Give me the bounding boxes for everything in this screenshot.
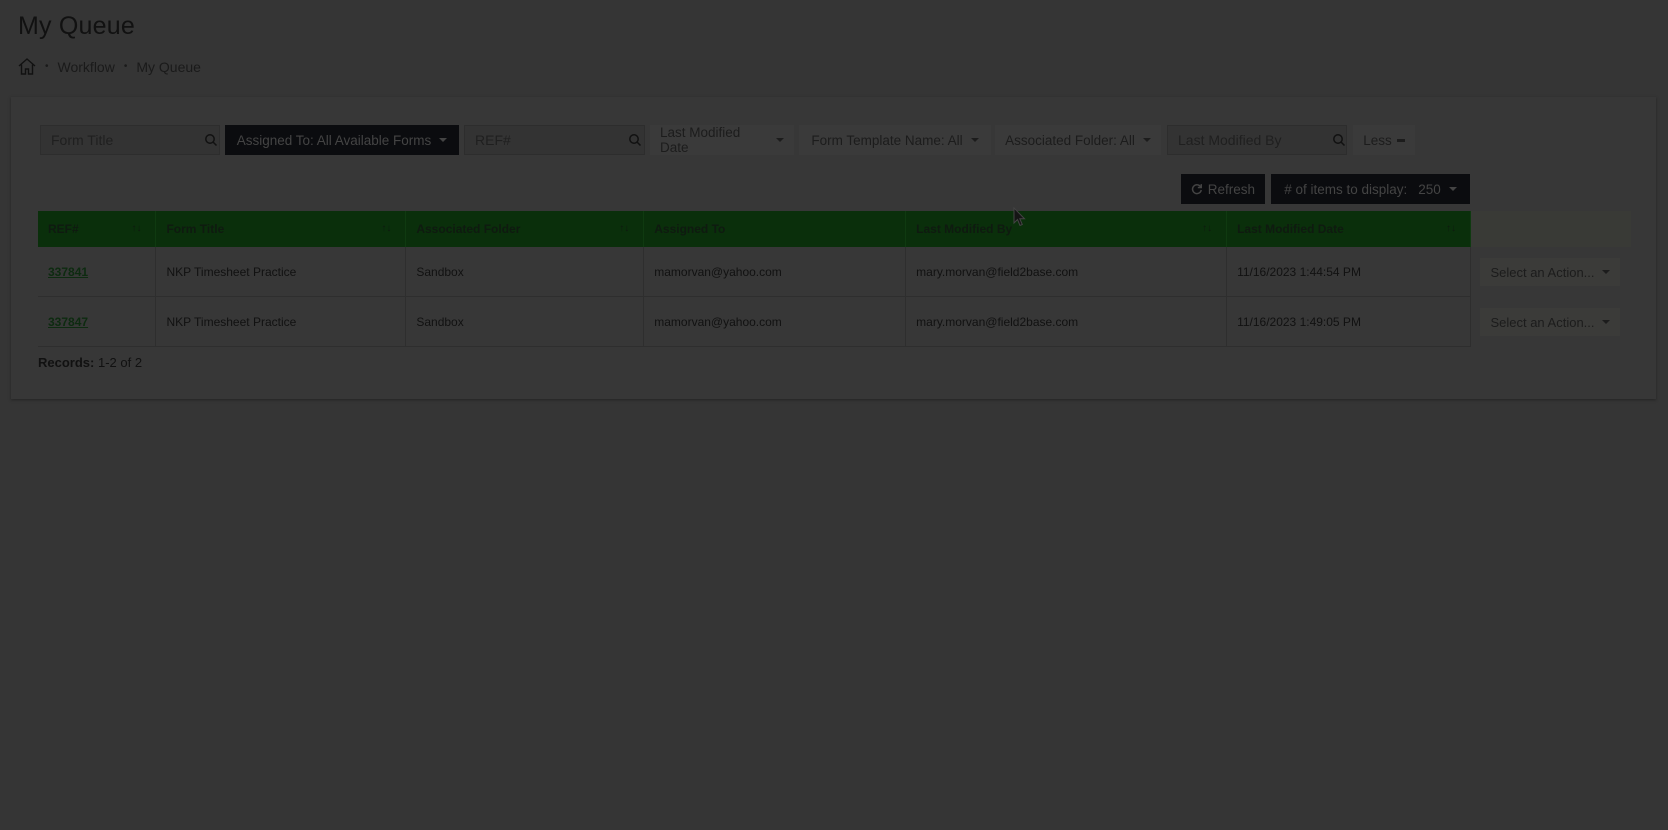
form-title-cell: NKP Timesheet Practice xyxy=(155,296,407,347)
items-display-value: 250 xyxy=(1418,181,1441,197)
select-action-label: Select an Action... xyxy=(1490,314,1595,330)
modified-date-cell: 11/16/2023 1:49:05 PM xyxy=(1226,296,1471,347)
chevron-down-icon xyxy=(1448,187,1457,191)
column-header-last-modified-by[interactable]: Last Modified By ↑↓ xyxy=(905,211,1228,247)
associated-folder-dropdown[interactable]: Associated Folder: All xyxy=(995,125,1161,155)
chevron-down-icon xyxy=(1142,138,1151,142)
form-title-filter-input[interactable] xyxy=(40,125,220,155)
less-filters-button[interactable]: Less xyxy=(1353,125,1415,155)
items-display-label: # of items to display: xyxy=(1284,181,1408,197)
ref-filter-input[interactable] xyxy=(464,125,645,155)
assigned-to-dropdown[interactable]: Assigned To: All Available Forms xyxy=(225,125,459,155)
mouse-cursor-icon xyxy=(1013,207,1026,227)
assigned-to-label: Assigned To: All Available Forms xyxy=(236,132,432,148)
page-title: My Queue xyxy=(18,12,135,40)
form-title-cell: NKP Timesheet Practice xyxy=(155,247,407,297)
column-header-ref[interactable]: REF# ↑↓ xyxy=(38,211,157,247)
column-header-assigned-to[interactable]: Assigned To xyxy=(643,211,907,247)
select-action-dropdown[interactable]: Select an Action... xyxy=(1480,258,1620,286)
chevron-down-icon xyxy=(1601,320,1610,324)
queue-table: REF# ↑↓ Form Title ↑↓ Associated Folder ↑↓ … xyxy=(38,211,1471,347)
column-header-form-title[interactable]: Form Title ↑↓ xyxy=(155,211,407,247)
sort-icon[interactable]: ↑↓ xyxy=(1202,223,1212,234)
form-template-dropdown[interactable]: Form Template Name: All xyxy=(799,125,991,155)
sort-icon[interactable]: ↑↓ xyxy=(1446,223,1456,234)
associated-folder-label: Associated Folder: All xyxy=(1005,132,1135,148)
breadcrumb: • Workflow • My Queue xyxy=(18,58,201,75)
table-row: 337841 NKP Timesheet Practice Sandbox ma… xyxy=(38,247,1471,297)
records-count: Records: 1-2 of 2 xyxy=(38,355,142,370)
form-template-label: Form Template Name: All xyxy=(811,132,963,148)
folder-cell: Sandbox xyxy=(405,296,645,347)
breadcrumb-separator: • xyxy=(45,61,49,72)
refresh-button[interactable]: Refresh xyxy=(1181,174,1265,204)
modified-date-cell: 11/16/2023 1:44:54 PM xyxy=(1226,247,1471,297)
assigned-to-cell: mamorvan@yahoo.com xyxy=(643,296,907,347)
actions-column-header xyxy=(1471,211,1631,247)
search-icon[interactable] xyxy=(204,133,218,147)
column-header-associated-folder[interactable]: Associated Folder ↑↓ xyxy=(405,211,645,247)
records-label: Records: xyxy=(38,355,95,370)
search-icon[interactable] xyxy=(628,133,642,147)
last-modified-by-filter-input[interactable] xyxy=(1167,125,1347,155)
modified-by-cell: mary.morvan@field2base.com xyxy=(905,247,1228,297)
select-action-dropdown[interactable]: Select an Action... xyxy=(1480,308,1620,336)
last-modified-date-label: Last Modified Date xyxy=(660,125,741,155)
items-to-display-dropdown[interactable]: # of items to display: 250 xyxy=(1271,174,1470,204)
chevron-down-icon xyxy=(970,138,979,142)
ref-link[interactable]: 337841 xyxy=(48,265,88,279)
breadcrumb-workflow[interactable]: Workflow xyxy=(58,59,115,75)
assigned-to-cell: mamorvan@yahoo.com xyxy=(643,247,907,297)
breadcrumb-separator: • xyxy=(123,61,128,72)
chevron-down-icon xyxy=(776,138,784,142)
refresh-icon xyxy=(1191,184,1202,195)
home-icon[interactable] xyxy=(18,58,36,75)
column-header-last-modified-date[interactable]: Last Modified Date ↑↓ xyxy=(1226,211,1471,247)
sort-icon[interactable]: ↑↓ xyxy=(619,223,629,234)
search-icon[interactable] xyxy=(1332,133,1346,147)
chevron-down-icon xyxy=(439,138,448,142)
folder-cell: Sandbox xyxy=(405,247,645,297)
chevron-down-icon xyxy=(1601,270,1610,274)
ref-link[interactable]: 337847 xyxy=(48,315,88,329)
modified-by-cell: mary.morvan@field2base.com xyxy=(905,296,1228,347)
sort-icon[interactable]: ↑↓ xyxy=(381,223,391,234)
table-header-row: REF# ↑↓ Form Title ↑↓ Associated Folder ↑↓ … xyxy=(38,211,1471,247)
breadcrumb-my-queue: My Queue xyxy=(136,58,201,75)
minus-icon xyxy=(1396,138,1405,142)
select-action-label: Select an Action... xyxy=(1490,264,1595,280)
sort-icon[interactable]: ↑↓ xyxy=(131,223,141,234)
less-label: Less xyxy=(1363,132,1392,148)
table-row: 337847 NKP Timesheet Practice Sandbox ma… xyxy=(38,296,1471,347)
records-value: 1-2 of 2 xyxy=(97,355,143,370)
last-modified-date-dropdown[interactable]: Last Modified Date xyxy=(650,125,794,155)
refresh-label: Refresh xyxy=(1207,181,1255,197)
